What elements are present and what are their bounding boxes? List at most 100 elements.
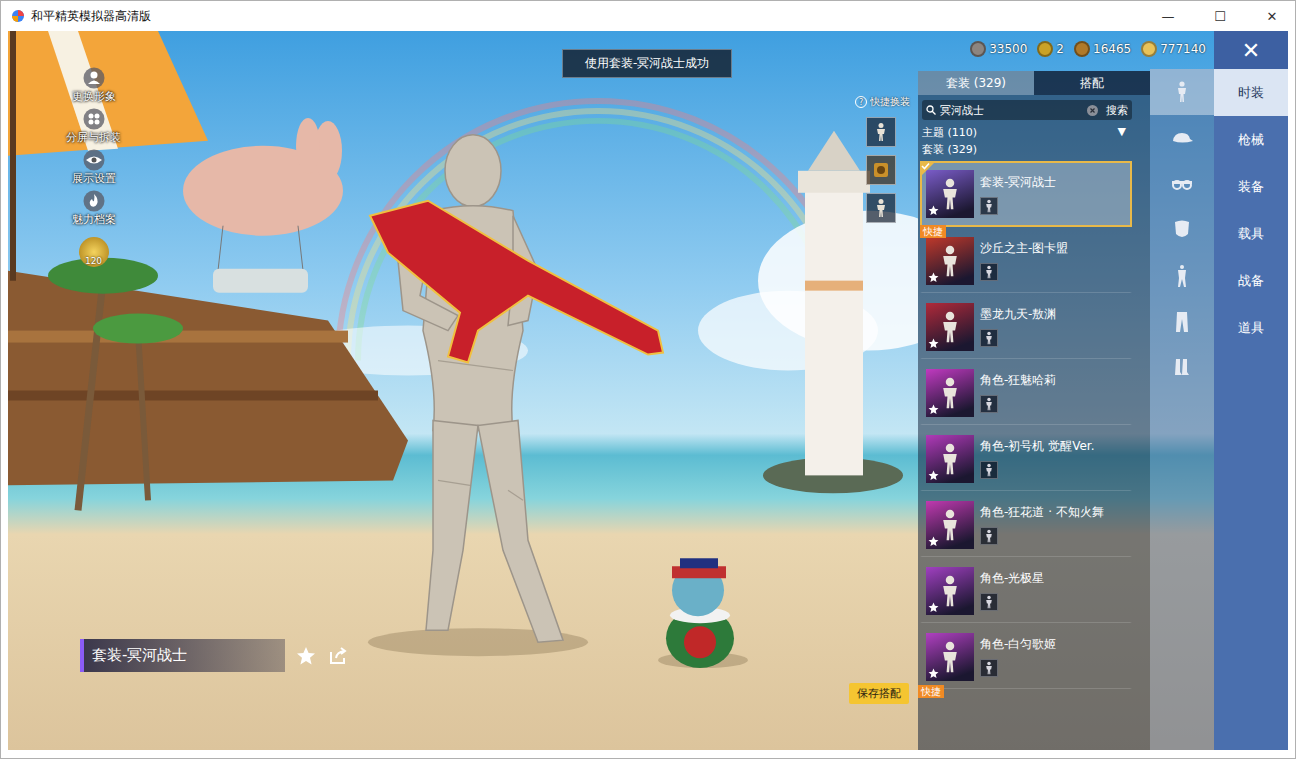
quick-swap: ?快捷换装 [855, 95, 910, 223]
side-menu-item[interactable]: 魅力档案 [72, 190, 116, 227]
outfit-part-box [980, 263, 998, 281]
figure-icon [982, 397, 996, 411]
star-icon[interactable] [928, 272, 939, 283]
star-icon[interactable] [928, 536, 939, 547]
game-area: 使用套装-冥河战士成功更换形象分屏与拆装展示设置魅力档案120?快捷换装套装-冥… [8, 31, 1288, 750]
outfit-item[interactable]: 角色-初号机 觉醒Ver. [920, 425, 1132, 491]
outfit-thumbnail [926, 633, 974, 681]
outfit-item[interactable]: 角色-光极星 [920, 557, 1132, 623]
quick-swap-slot[interactable] [866, 155, 896, 185]
quick-swap-slot[interactable] [866, 193, 896, 223]
outfit-item-partial[interactable]: 快捷 [920, 689, 1132, 703]
category-tab[interactable] [1150, 253, 1214, 299]
category-tab[interactable] [1150, 207, 1214, 253]
figure-icon [933, 574, 967, 608]
figure-icon [982, 265, 996, 279]
nav-item[interactable]: 枪械 [1214, 116, 1288, 163]
panel-tab[interactable]: 搭配 [1034, 71, 1150, 95]
currency: 33500 [970, 41, 1027, 57]
window-control-button[interactable]: ✕ [1249, 1, 1295, 31]
star-icon[interactable] [928, 602, 939, 613]
category-tab[interactable] [1150, 115, 1214, 161]
outfit-name: 角色-光极星 [980, 570, 1044, 587]
dropdown-arrow[interactable]: ▼ [1118, 125, 1126, 140]
star-icon[interactable] [928, 470, 939, 481]
outfit-item[interactable]: 角色-白匀歌姬 [920, 623, 1132, 689]
window-control-button[interactable]: — [1145, 1, 1191, 31]
window-control-button[interactable]: ☐ [1197, 1, 1243, 31]
stage: 使用套装-冥河战士成功更换形象分屏与拆装展示设置魅力档案120?快捷换装套装-冥… [8, 31, 918, 750]
outfit-thumbnail [926, 369, 974, 417]
figure-icon [982, 529, 996, 543]
figure-icon [933, 508, 967, 542]
nav-item[interactable]: 载具 [1214, 210, 1288, 257]
charm-icon[interactable] [83, 190, 105, 212]
outfit-name: 沙丘之主-图卡盟 [980, 240, 1068, 257]
coin-icon [970, 41, 986, 57]
category-tab[interactable] [1150, 69, 1214, 115]
outfit-name: 墨龙九天-敖渊 [980, 306, 1056, 323]
side-menu: 更换形象分屏与拆装展示设置魅力档案 120 [66, 67, 121, 267]
figure-icon [933, 376, 967, 410]
person-icon[interactable] [83, 67, 105, 89]
search-field[interactable]: 冥河战士搜索 [922, 100, 1132, 120]
coin-icon [1037, 41, 1053, 57]
quick-swap-slot[interactable] [866, 117, 896, 147]
split-icon[interactable] [83, 108, 105, 130]
star-icon[interactable] [928, 205, 939, 216]
category-tab[interactable] [1150, 161, 1214, 207]
outfit-item[interactable]: 角色-狂魅哈莉 [920, 359, 1132, 425]
outfit-item[interactable]: 墨龙九天-敖渊 [920, 293, 1132, 359]
mask-icon[interactable] [1170, 218, 1194, 242]
window-title: 和平精英模拟器高清版 [31, 8, 1139, 25]
outfit-item[interactable]: 角色-狂花道 · 不知火舞 [920, 491, 1132, 557]
outfit-name: 角色-白匀歌姬 [980, 636, 1056, 653]
currency-bar: 33500216465777140 [970, 41, 1206, 57]
level-badge[interactable]: 120 [79, 237, 109, 267]
search-button[interactable]: 搜索 [1102, 103, 1128, 118]
outfit-panel-column: 套装 (329)搭配冥河战士搜索主题 (110)▼套装 (329)套装-冥河战士… [918, 31, 1150, 750]
theme-filter[interactable]: 主题 (110)▼ [918, 123, 1150, 140]
nav-item[interactable]: 战备 [1214, 257, 1288, 304]
top-icon[interactable] [1170, 264, 1194, 288]
star-icon[interactable] [928, 668, 939, 679]
save-outfit-button[interactable]: 保存搭配 [849, 683, 909, 704]
star-icon[interactable] [928, 404, 939, 415]
current-outfit-name: 套装-冥河战士 [80, 639, 285, 672]
goggles-icon[interactable] [1170, 172, 1194, 196]
group-label: 套装 (329) [918, 140, 1150, 159]
hat-icon[interactable] [1170, 126, 1194, 150]
side-menu-item[interactable]: 分屏与拆装 [66, 108, 121, 145]
emblem-icon [872, 161, 890, 179]
favorite-button[interactable] [295, 645, 317, 667]
help-icon[interactable]: ? [855, 96, 867, 108]
panel-tab[interactable]: 套装 (329) [918, 71, 1034, 95]
eye-icon[interactable] [83, 149, 105, 171]
close-button[interactable]: ✕ [1214, 31, 1288, 69]
category-tab[interactable] [1150, 345, 1214, 391]
star-icon[interactable] [928, 338, 939, 349]
share-icon[interactable] [328, 646, 348, 666]
pants-icon[interactable] [1170, 310, 1194, 334]
nav-item[interactable]: 道具 [1214, 304, 1288, 351]
figure-icon[interactable] [1170, 80, 1194, 104]
coin-icon [1141, 41, 1157, 57]
outfit-part-box [980, 593, 998, 611]
side-menu-item[interactable]: 更换形象 [72, 67, 116, 104]
side-menu-item[interactable]: 展示设置 [72, 149, 116, 186]
nav-item[interactable]: 装备 [1214, 163, 1288, 210]
clear-icon[interactable] [1087, 105, 1098, 116]
emulator-window: 和平精英模拟器高清版—☐✕使用套装-冥河战士成功更换形象分屏与拆装展示设置魅力档… [0, 0, 1296, 759]
category-tab[interactable] [1150, 299, 1214, 345]
nav-item[interactable]: 时装 [1214, 69, 1288, 116]
shoes-icon[interactable] [1170, 356, 1194, 380]
share-button[interactable] [327, 645, 349, 667]
quick-badge: 快捷 [918, 685, 944, 698]
quick-badge: 快捷 [920, 225, 946, 238]
outfit-part-box [980, 329, 998, 347]
star-icon[interactable] [296, 646, 316, 666]
outfit-item[interactable]: 套装-冥河战士 [920, 161, 1132, 227]
figure-icon [933, 442, 967, 476]
title-bar: 和平精英模拟器高清版 —☐✕ [1, 1, 1295, 31]
outfit-item[interactable]: 沙丘之主-图卡盟 快捷 [920, 227, 1132, 293]
